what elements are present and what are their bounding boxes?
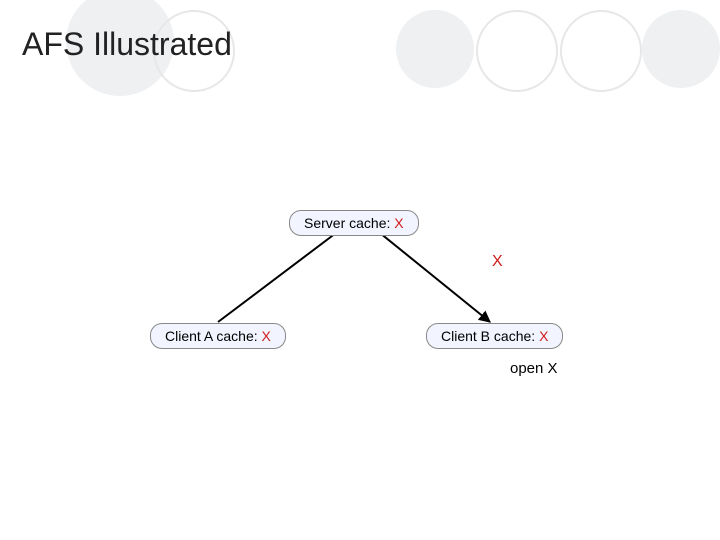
client-a-node: Client A cache: X <box>150 323 286 349</box>
action-label: open X <box>510 360 558 377</box>
client-b-value: X <box>539 328 548 344</box>
decor-circle-4 <box>396 10 474 88</box>
slide-title: AFS Illustrated <box>22 26 232 63</box>
client-a-value: X <box>262 328 271 344</box>
server-value: X <box>394 215 403 231</box>
client-a-label-prefix: Client A cache: <box>165 328 262 344</box>
decor-circle-5 <box>642 10 720 88</box>
client-b-node: Client B cache: X <box>426 323 563 349</box>
client-b-label-prefix: Client B cache: <box>441 328 539 344</box>
decor-circle-2 <box>476 10 558 92</box>
server-label-prefix: Server cache: <box>304 215 394 231</box>
decor-circle-3 <box>560 10 642 92</box>
edge-label: X <box>492 253 503 271</box>
server-node: Server cache: X <box>289 210 419 236</box>
